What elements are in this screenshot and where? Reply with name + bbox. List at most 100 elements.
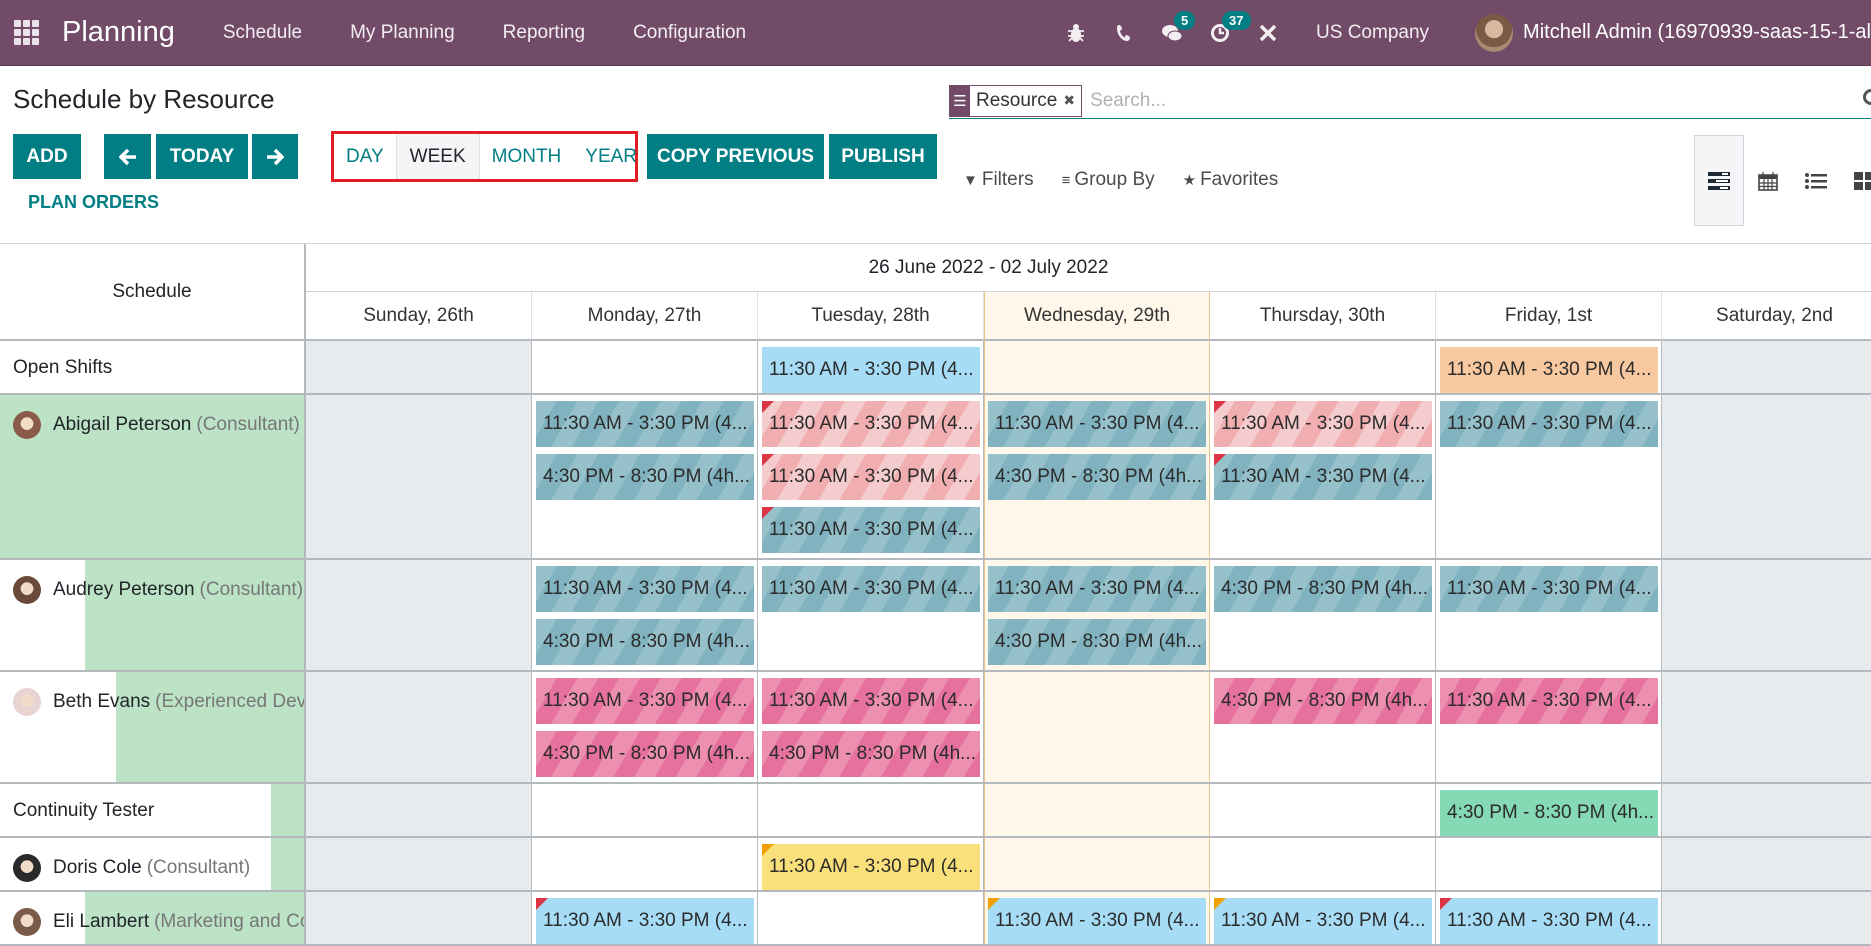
previous-button[interactable] [104,134,151,179]
shift-pill[interactable]: 4:30 PM - 8:30 PM (4h... [988,619,1206,665]
kanban-view-button[interactable] [1840,135,1871,226]
shift-pill[interactable]: 11:30 AM - 3:30 PM (4... [762,678,980,724]
gantt-cell[interactable] [306,784,532,836]
shift-pill[interactable]: 4:30 PM - 8:30 PM (4h... [1214,678,1432,724]
row-header[interactable]: Beth Evans(Experienced Developer) [0,672,306,782]
filters-dropdown[interactable]: ▼ Filters [963,169,1034,191]
shift-pill[interactable]: 4:30 PM - 8:30 PM (4h... [988,454,1206,500]
scale-year[interactable]: YEAR [573,134,649,179]
gantt-cell[interactable] [1210,784,1436,836]
menu-reporting[interactable]: Reporting [479,22,609,44]
gantt-cell[interactable] [984,784,1210,836]
gantt-cell[interactable] [1662,838,1871,890]
remove-facet-icon[interactable]: ✖ [1063,86,1081,116]
search-icon[interactable] [1863,89,1871,105]
shift-pill[interactable]: 11:30 AM - 3:30 PM (4... [1440,898,1658,944]
scale-week[interactable]: WEEK [395,134,480,179]
gantt-cell[interactable] [758,892,984,944]
calendar-view-button[interactable] [1744,135,1792,226]
shift-pill[interactable]: 4:30 PM - 8:30 PM (4h... [1214,566,1432,612]
bug-icon[interactable] [1052,23,1100,43]
app-name[interactable]: Planning [62,16,175,49]
today-button[interactable]: TODAY [156,134,248,179]
gantt-cell[interactable] [758,784,984,836]
user-menu[interactable]: Mitchell Admin (16970939-saas-15-1-al [1475,13,1871,52]
row-header[interactable]: Open Shifts [0,341,306,393]
shift-pill[interactable]: 11:30 AM - 3:30 PM (4... [1214,898,1432,944]
row-header[interactable]: Eli Lambert(Marketing and Community Mana… [0,892,306,944]
gantt-cell[interactable] [306,560,532,670]
gantt-cell[interactable] [1662,341,1871,393]
gantt-cell[interactable] [306,341,532,393]
gantt-view-button[interactable] [1694,135,1744,226]
menu-schedule[interactable]: Schedule [199,22,326,44]
shift-pill[interactable]: 11:30 AM - 3:30 PM (4... [1214,454,1432,500]
gantt-cell[interactable] [306,395,532,558]
row-header[interactable]: Doris Cole (Consultant) [0,838,306,890]
phone-icon[interactable] [1100,24,1148,42]
shift-pill[interactable]: 11:30 AM - 3:30 PM (4... [762,401,980,447]
search-input[interactable] [1090,89,1791,112]
favorites-dropdown[interactable]: ★ Favorites [1183,169,1279,191]
gantt-cell[interactable] [984,672,1210,782]
shift-pill[interactable]: 11:30 AM - 3:30 PM (4... [1440,678,1658,724]
company-switcher[interactable]: US Company [1316,22,1429,44]
shift-pill[interactable]: 11:30 AM - 3:30 PM (4... [1214,401,1432,447]
activity-clock-icon[interactable]: 37 [1196,10,1251,43]
groupby-dropdown[interactable]: ≡ Group By [1062,169,1155,191]
shift-pill[interactable]: 11:30 AM - 3:30 PM (4... [1440,347,1658,393]
apps-menu-icon[interactable] [12,19,40,47]
shift-pill[interactable]: 11:30 AM - 3:30 PM (4... [1440,566,1658,612]
shift-pill[interactable]: 11:30 AM - 3:30 PM (4... [536,401,754,447]
gantt-cell[interactable] [1210,341,1436,393]
gantt-cell[interactable] [1662,560,1871,670]
publish-button[interactable]: PUBLISH [829,134,937,179]
gantt-cell[interactable] [306,672,532,782]
gantt-cell[interactable] [306,838,532,890]
row-header[interactable]: Abigail Peterson (Consultant) [0,395,306,558]
shift-pill[interactable]: 11:30 AM - 3:30 PM (4... [536,898,754,944]
shift-pill[interactable]: 4:30 PM - 8:30 PM (4h... [1440,790,1658,836]
day-header: Tuesday, 28th [758,292,984,341]
scale-month[interactable]: MONTH [480,134,574,179]
chat-icon[interactable]: 5 [1148,10,1196,43]
shift-pill[interactable]: 11:30 AM - 3:30 PM (4... [536,678,754,724]
tools-icon[interactable] [1244,23,1292,43]
shift-pill[interactable]: 11:30 AM - 3:30 PM (4... [536,566,754,612]
gantt-cell[interactable] [1662,784,1871,836]
copy-previous-button[interactable]: COPY PREVIOUS [647,134,824,179]
row-header[interactable]: Audrey Peterson (Consultant) [0,560,306,670]
shift-pill[interactable]: 11:30 AM - 3:30 PM (4... [762,507,980,553]
shift-pill[interactable]: 11:30 AM - 3:30 PM (4... [762,454,980,500]
shift-pill[interactable]: 4:30 PM - 8:30 PM (4h... [536,619,754,665]
gantt-cell[interactable] [984,341,1210,393]
gantt-cell[interactable] [1662,892,1871,944]
shift-pill[interactable]: 4:30 PM - 8:30 PM (4h... [762,731,980,777]
gantt-cell[interactable] [1436,838,1662,890]
shift-pill[interactable]: 11:30 AM - 3:30 PM (4... [988,401,1206,447]
gantt-cell[interactable] [984,838,1210,890]
gantt-cell[interactable] [306,892,532,944]
shift-pill[interactable]: 11:30 AM - 3:30 PM (4... [762,844,980,890]
list-view-button[interactable] [1792,135,1840,226]
shift-pill[interactable]: 11:30 AM - 3:30 PM (4... [988,566,1206,612]
gantt-cell[interactable] [1210,838,1436,890]
plan-orders-button[interactable]: PLAN ORDERS [28,192,159,213]
shift-pill[interactable]: 11:30 AM - 3:30 PM (4... [762,347,980,393]
shift-pill[interactable]: 11:30 AM - 3:30 PM (4... [762,566,980,612]
gantt-cell[interactable] [532,341,758,393]
shift-pill[interactable]: 11:30 AM - 3:30 PM (4... [988,898,1206,944]
gantt-cell[interactable] [532,784,758,836]
menu-configuration[interactable]: Configuration [609,22,770,44]
shift-pill[interactable]: 11:30 AM - 3:30 PM (4... [1440,401,1658,447]
scale-day[interactable]: DAY [334,134,396,179]
row-header[interactable]: Continuity Tester [0,784,306,836]
menu-my-planning[interactable]: My Planning [326,22,479,44]
gantt-cell[interactable] [1662,672,1871,782]
shift-pill[interactable]: 4:30 PM - 8:30 PM (4h... [536,731,754,777]
gantt-cell[interactable] [532,838,758,890]
gantt-cell[interactable] [1662,395,1871,558]
next-button[interactable] [252,134,298,179]
add-button[interactable]: ADD [13,134,81,179]
shift-pill[interactable]: 4:30 PM - 8:30 PM (4h... [536,454,754,500]
